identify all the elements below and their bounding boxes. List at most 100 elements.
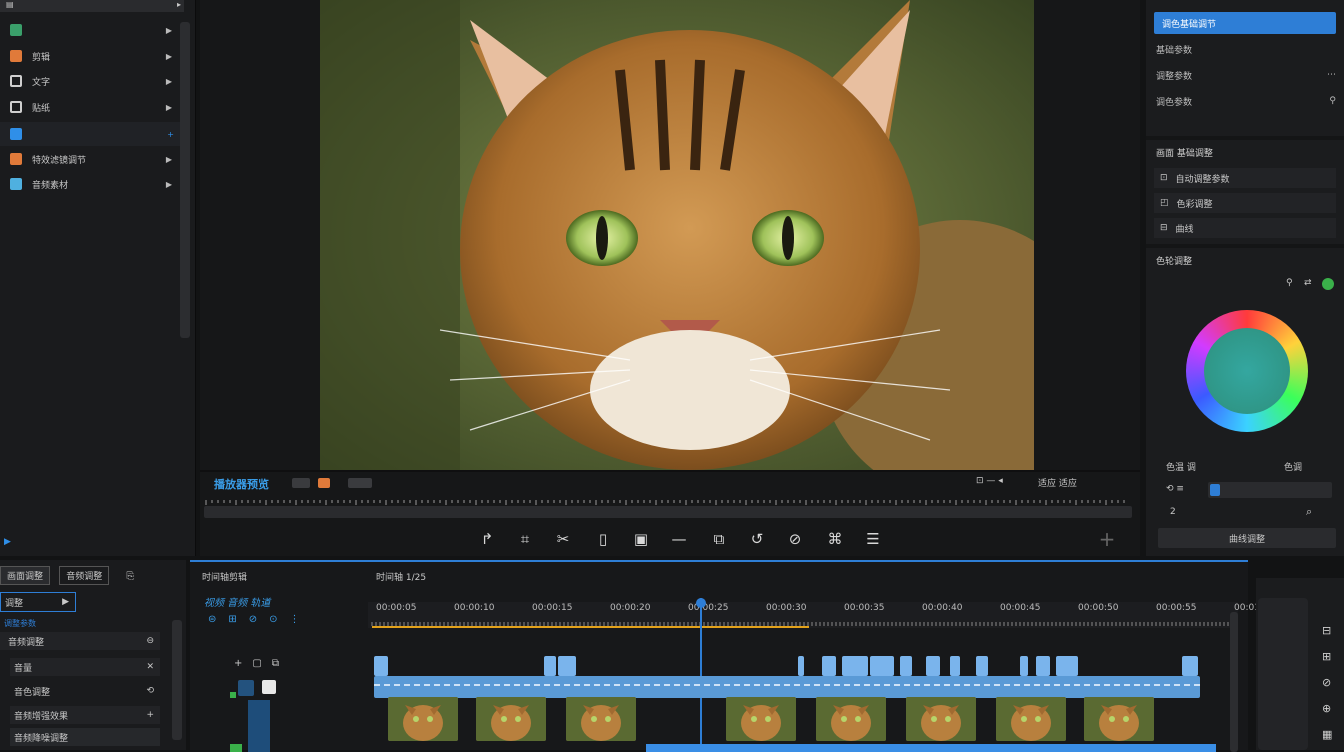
audio-clip-block[interactable] — [1182, 656, 1198, 676]
row-color-adjust[interactable]: ◰ 色彩调整 — [1154, 193, 1336, 213]
player-controls: ↱ ⌗ ✂ ▯ ▣ — ⧉ ↺ ⊘ ⌘ ☰ + — [200, 522, 1140, 556]
reset-icon[interactable]: ⟲ ≡ — [1166, 484, 1184, 494]
close-icon[interactable]: ✕ — [146, 662, 154, 672]
refresh-icon[interactable]: ⟲ — [146, 686, 154, 696]
row-curve[interactable]: ⊟ 曲线 — [1154, 218, 1336, 238]
track-header-video[interactable] — [248, 700, 270, 752]
video-thumbnail[interactable] — [476, 697, 546, 741]
mark-icon[interactable]: ⌘ — [824, 528, 846, 550]
media-item-text[interactable]: 文字 ▶ — [0, 69, 180, 93]
audio-clip-block[interactable] — [798, 656, 804, 676]
video-thumbnail[interactable] — [726, 697, 796, 741]
crop-icon[interactable]: ⌗ — [514, 528, 536, 550]
audio-clip-block[interactable] — [544, 656, 556, 676]
media-item-cloud[interactable]: ▶ — [0, 18, 180, 42]
track-tools[interactable]: ⊜⊞⊘⊙⋮ — [208, 614, 312, 625]
menu-icon[interactable]: ▤ — [6, 0, 14, 9]
audio-clip-block[interactable] — [976, 656, 988, 676]
add-icon[interactable]: + — [146, 710, 154, 720]
play-icon[interactable]: ▶ — [4, 537, 11, 547]
scrollbar[interactable] — [172, 620, 182, 740]
plus-icon[interactable]: + — [167, 130, 174, 139]
video-thumbnail[interactable] — [388, 697, 458, 741]
media-item-audio[interactable]: 音频素材 ▶ — [0, 172, 180, 196]
split-icon[interactable]: ▯ — [592, 528, 614, 550]
row-enhance[interactable]: 音频增强效果 + — [10, 706, 160, 724]
color-wheel[interactable] — [1186, 310, 1308, 432]
row-basic-params[interactable]: 基础参数 — [1156, 38, 1336, 60]
link-icon[interactable]: ⎘ — [126, 571, 134, 582]
add-icon[interactable]: + — [1096, 528, 1118, 550]
playhead-handle[interactable] — [696, 598, 706, 608]
slider-thumb[interactable] — [1210, 484, 1220, 496]
video-thumbnail[interactable] — [816, 697, 886, 741]
lock-toggle[interactable] — [238, 680, 254, 696]
scrollbar[interactable] — [1230, 612, 1238, 752]
curve-adjust-button[interactable]: 曲线调整 — [1158, 528, 1336, 548]
row-audio-adjust[interactable]: 音频调整 ⊖ — [0, 632, 160, 650]
search-icon[interactable]: ⌕ — [1306, 505, 1312, 519]
tab-color-basic[interactable]: 调色基础调节 — [1154, 12, 1336, 34]
row-color-params[interactable]: 调色参数 ⚲ — [1156, 90, 1336, 112]
audio-clip-block[interactable] — [1036, 656, 1050, 676]
audio-clip-block[interactable] — [950, 656, 960, 676]
cut-icon[interactable]: ✂ — [552, 528, 574, 550]
audio-clip[interactable] — [374, 676, 1200, 698]
list-icon[interactable]: ☰ — [862, 528, 884, 550]
row-auto-adjust[interactable]: ⊡ 自动调整参数 — [1154, 168, 1336, 188]
ratio-button[interactable] — [348, 478, 372, 488]
audio-clip-block[interactable] — [842, 656, 868, 676]
tab-audio[interactable]: 音频调整 — [59, 566, 110, 585]
video-thumbnail[interactable] — [1084, 697, 1154, 741]
frame-icon[interactable]: ▣ — [630, 528, 652, 550]
lower-clip[interactable] — [646, 744, 1216, 752]
audio-clip-block[interactable] — [558, 656, 576, 676]
toggle-icon[interactable] — [292, 478, 310, 488]
rotate-icon[interactable]: ↱ — [476, 528, 498, 550]
media-item-effect[interactable]: 特效滤镜调节 ▶ — [0, 147, 180, 171]
audio-clip-block[interactable] — [822, 656, 836, 676]
media-item-folder-selected[interactable]: + — [0, 122, 182, 146]
row-denoise[interactable]: 音频降噪调整 — [10, 728, 160, 746]
audio-clip-block[interactable] — [1020, 656, 1028, 676]
track-controls-1[interactable]: +▢⧉ — [234, 658, 289, 669]
audio-clip-block[interactable] — [926, 656, 940, 676]
row-timbre[interactable]: 音色调整 ⟲ — [10, 682, 160, 700]
tab-picture[interactable]: 画面调整 — [0, 566, 51, 585]
ruler-time-label: 00:00:05 — [376, 603, 417, 613]
video-preview-image[interactable] — [320, 0, 1034, 470]
undo-icon[interactable]: ↺ — [746, 528, 768, 550]
audio-clip-block[interactable] — [870, 656, 894, 676]
media-item-sticker[interactable]: 贴纸 ▶ — [0, 95, 180, 119]
playhead[interactable] — [696, 598, 706, 752]
zoom-controls[interactable]: ⊡ — ◂ — [976, 476, 1003, 486]
video-thumbnail[interactable] — [996, 697, 1066, 741]
minus-icon[interactable]: — — [668, 528, 690, 550]
row-volume[interactable]: 音量 ✕ — [10, 658, 160, 676]
collapse-arrow-icon[interactable]: ▸ — [177, 0, 181, 9]
media-item-image[interactable]: 剪辑 ▶ — [0, 44, 180, 68]
sticker-icon — [10, 101, 22, 113]
settings-icon[interactable]: ⋯ — [1327, 70, 1336, 80]
video-thumbnail[interactable] — [566, 697, 636, 741]
audio-clip-block[interactable] — [1056, 656, 1078, 676]
enable-icon[interactable] — [1322, 278, 1334, 290]
adjust-dropdown[interactable]: 调整 ▶ — [0, 592, 76, 612]
audio-clip-block[interactable] — [900, 656, 912, 676]
row-adjust-params[interactable]: 调整参数 ⋯ — [1156, 64, 1336, 86]
tool-icons[interactable]: ⊟ ⊞ ⊘ ⊕ ▦ — [1322, 618, 1332, 748]
speed-icon[interactable]: ⊘ — [784, 528, 806, 550]
visibility-toggle[interactable] — [262, 680, 276, 694]
pin-icon[interactable]: ⚲ — [1329, 96, 1336, 106]
video-thumbnail[interactable] — [906, 697, 976, 741]
screen-icon[interactable]: ⧉ — [708, 528, 730, 550]
slider-track[interactable] — [1208, 482, 1332, 498]
record-icon[interactable] — [318, 478, 330, 488]
toggle-icon[interactable]: ⊖ — [146, 636, 154, 646]
eyedropper-icon[interactable]: ⚲ — [1286, 278, 1293, 288]
audio-clip-block[interactable] — [374, 656, 388, 676]
fit-label[interactable]: 适应 适应 — [1038, 476, 1077, 489]
scrub-bar[interactable] — [204, 500, 1132, 518]
link-icon[interactable]: ⇄ — [1304, 278, 1312, 288]
scrollbar[interactable] — [180, 22, 190, 338]
